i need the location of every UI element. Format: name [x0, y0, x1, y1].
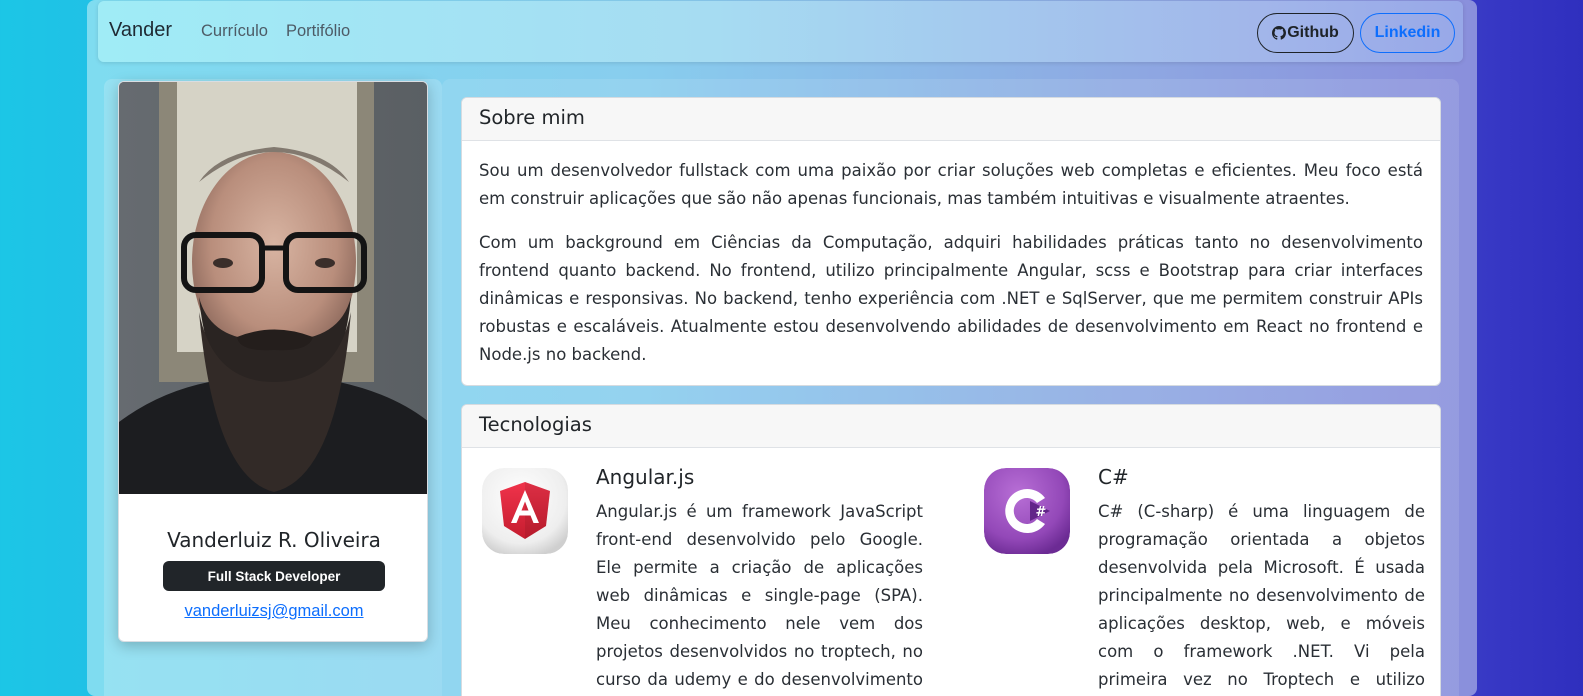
tech-title: C#	[1098, 465, 1129, 489]
tech-description: C# (C-sharp) é uma linguagem de programa…	[1098, 502, 1425, 689]
nav-link-portfolio[interactable]: Portifólio	[286, 22, 350, 41]
profile-photo	[119, 82, 427, 494]
navbar: Vander Currículo Portifólio Github Linke…	[98, 1, 1463, 62]
nav-link-curriculo[interactable]: Currículo	[201, 22, 268, 41]
about-title: Sobre mim	[462, 98, 1440, 141]
role-badge: Full Stack Developer	[163, 561, 385, 591]
profile-name: Vanderluiz R. Oliveira	[167, 528, 381, 552]
app-container: Vander Currículo Portifólio Github Linke…	[87, 0, 1477, 696]
tech-description: Angular.js é um framework JavaScript fro…	[596, 502, 923, 689]
email-link[interactable]: vanderluizsj@gmail.com	[119, 602, 427, 621]
brand-link[interactable]: Vander	[109, 19, 172, 42]
technologies-title: Tecnologias	[462, 405, 1440, 448]
linkedin-button-label: Linkedin	[1374, 24, 1441, 41]
about-body: Sou um desenvolvedor fullstack com uma p…	[462, 141, 1440, 369]
content-column: Sobre mim Sou um desenvolvedor fullstack…	[442, 79, 1459, 696]
linkedin-button[interactable]: Linkedin	[1360, 13, 1455, 53]
angular-logo-icon	[482, 468, 568, 554]
svg-text:#: #	[1036, 505, 1047, 520]
profile-column: Vanderluiz R. Oliveira Full Stack Develo…	[104, 79, 442, 696]
about-card: Sobre mim Sou um desenvolvedor fullstack…	[461, 97, 1441, 386]
github-button-label: Github	[1287, 24, 1339, 41]
github-icon	[1272, 26, 1287, 40]
technologies-card: Tecnologias Angular.js Angular.js é um f…	[461, 404, 1441, 696]
about-paragraph: Com um background em Ciências da Computa…	[479, 233, 1423, 364]
csharp-logo-icon: #	[984, 468, 1070, 554]
tech-title: Angular.js	[596, 465, 695, 489]
github-button[interactable]: Github	[1257, 13, 1354, 53]
profile-card: Vanderluiz R. Oliveira Full Stack Develo…	[118, 81, 428, 642]
about-paragraph: Sou um desenvolvedor fullstack com uma p…	[479, 161, 1423, 208]
